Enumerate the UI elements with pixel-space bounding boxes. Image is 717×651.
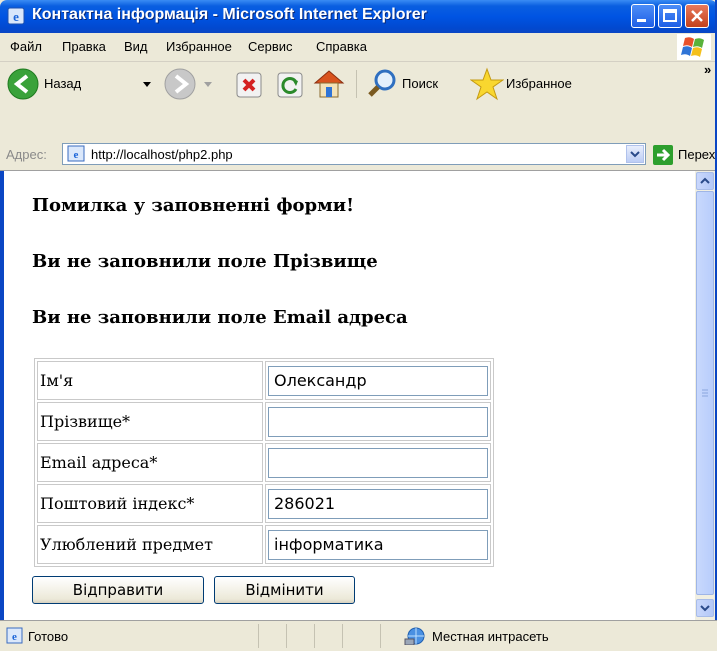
scroll-thumb[interactable] [696,191,714,595]
scroll-up-button[interactable] [696,172,714,190]
chevron-down-icon [700,605,710,612]
favorites-label: Избранное [506,76,572,91]
form-row-postcode: Поштовий індекс* [37,484,491,523]
status-divider [342,624,343,648]
search-icon [368,69,396,97]
error-heading: Помилка у заповненні форми! [32,195,355,216]
vertical-scrollbar[interactable] [695,171,715,620]
form-row-name: Ім'я [37,361,491,400]
forward-button[interactable] [163,67,213,101]
status-divider [380,624,381,648]
scroll-down-button[interactable] [696,599,714,617]
reset-button[interactable]: Відмінити [214,576,355,604]
label-first-name: Ім'я [37,361,263,400]
chevron-up-icon [700,177,710,184]
page-content: Помилка у заповненні форми! Ви не заповн… [4,171,695,620]
error-surname-missing: Ви не заповнили поле Прізвище [32,251,378,272]
email-input[interactable] [268,447,488,478]
address-label: Адрес: [6,147,47,162]
address-input[interactable]: e http://localhost/php2.php [62,143,646,165]
form-row-subject: Улюблений предмет [37,525,491,564]
back-arrow-icon [7,68,39,100]
back-label: Назад [44,76,82,91]
menu-file[interactable]: Файл [10,39,42,54]
page-icon: e [67,145,85,162]
ie-page-icon: e [6,627,23,644]
svg-text:e: e [74,149,79,161]
standard-toolbar: Назад Поиск Избранное » [0,62,717,141]
menu-view[interactable]: Вид [124,39,148,54]
close-button[interactable] [685,4,709,28]
status-divider [258,624,259,648]
intranet-zone-icon [404,627,425,645]
grip-icon [702,389,708,397]
maximize-icon [663,9,677,22]
close-icon [691,10,703,22]
toolbar-separator [356,70,357,98]
address-dropdown-button[interactable] [626,145,644,163]
minimize-icon [637,19,646,22]
security-zone-label: Местная интрасеть [432,629,549,644]
label-postcode: Поштовий індекс* [37,484,263,523]
status-divider [286,624,287,648]
toolbar-overflow-chevron[interactable]: » [704,62,711,77]
label-surname: Прізвище* [37,402,263,441]
form-row-surname: Прізвище* [37,402,491,441]
maximize-button[interactable] [658,4,682,28]
first-name-input[interactable] [268,365,488,396]
label-favorite-subject: Улюблений предмет [37,525,263,564]
go-button[interactable] [653,145,673,165]
go-arrow-icon [657,148,671,162]
menu-help[interactable]: Справка [316,39,367,54]
menu-tools[interactable]: Сервис [248,39,293,54]
address-bar: Адрес: e http://localhost/php2.php Перех… [0,140,717,171]
menu-edit[interactable]: Правка [62,39,106,54]
favorites-button[interactable]: Избранное [470,67,630,101]
home-icon[interactable] [312,67,346,99]
favorites-star-icon [470,67,504,101]
postcode-input[interactable] [268,488,488,519]
status-divider [314,624,315,648]
back-button[interactable]: Назад [6,67,154,101]
surname-input[interactable] [268,406,488,437]
contact-form-table: Ім'я Прізвище* Email адреса* Поштовий ін… [34,358,494,567]
search-button[interactable]: Поиск [366,67,466,101]
chevron-down-icon [630,151,640,158]
windows-logo-icon [677,34,711,60]
forward-dropdown-icon [204,82,212,87]
go-label[interactable]: Переход [678,147,717,162]
refresh-icon[interactable] [276,71,304,99]
status-bar: e Готово Местная интрасеть [0,620,717,651]
title-bar[interactable]: e Контактна інформація - Microsoft Inter… [0,0,717,33]
favorite-subject-input[interactable] [268,529,488,560]
back-dropdown-icon[interactable] [142,81,152,89]
svg-text:e: e [12,631,17,643]
status-text: Готово [28,629,69,644]
submit-button[interactable]: Відправити [32,576,204,604]
stop-icon[interactable] [235,71,263,99]
menu-favorites[interactable]: Избранное [166,39,232,54]
ie-logo-icon: e [7,7,25,25]
search-label: Поиск [402,76,439,91]
svg-text:e: e [13,9,19,24]
form-row-email: Email адреса* [37,443,491,482]
label-email: Email адреса* [37,443,263,482]
window-title: Контактна інформація - Microsoft Interne… [32,6,427,23]
forward-arrow-icon [164,68,196,100]
minimize-button[interactable] [631,4,655,28]
error-email-missing: Ви не заповнили поле Email адреса [32,307,408,328]
address-url: http://localhost/php2.php [91,147,233,162]
ie-window: e Контактна інформація - Microsoft Inter… [0,0,717,651]
menu-bar: Файл Правка Вид Избранное Сервис Справка [0,33,717,62]
